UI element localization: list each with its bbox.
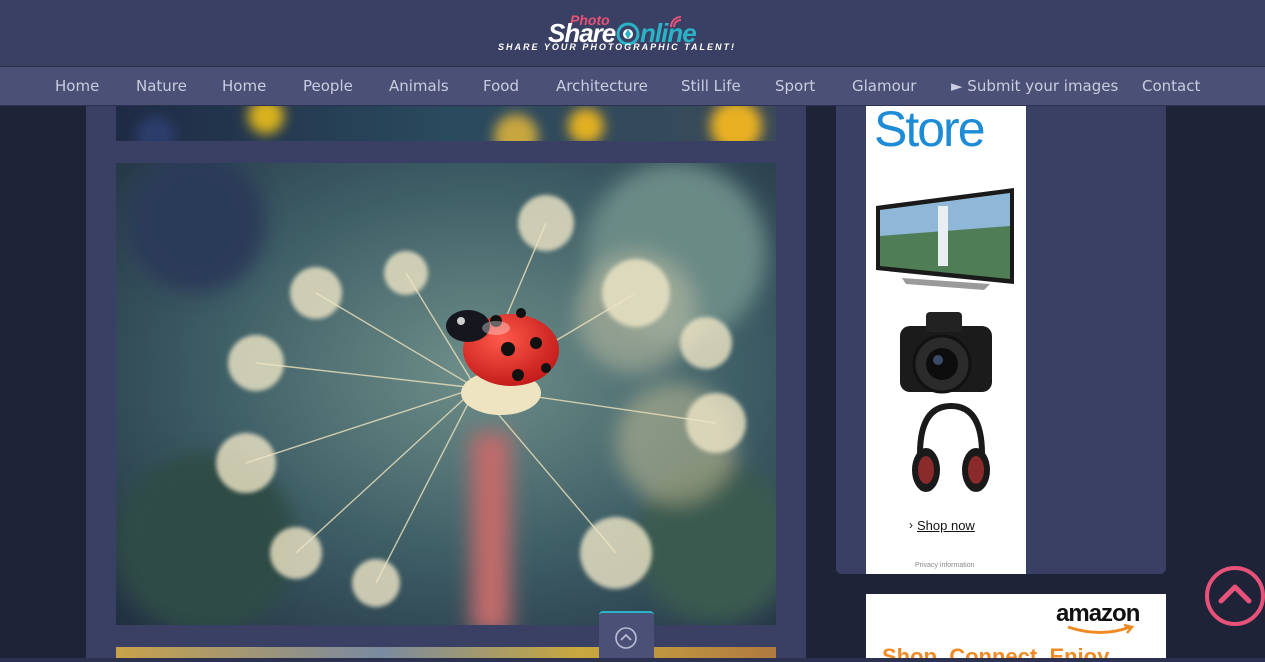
amazon-ad[interactable]: amazon Shop. Connect. Enjoy. [866, 594, 1166, 662]
nav-item-food[interactable]: Food [483, 67, 519, 105]
nav-item-submit[interactable]: ► Submit your images [951, 67, 1118, 105]
chevron-up-circle-icon [615, 627, 637, 649]
store-ad[interactable]: Store › Shop now Privacy information [866, 106, 1026, 574]
ad-shop-now-link[interactable]: Shop now [917, 518, 975, 533]
nav-item-architecture[interactable]: Architecture [556, 67, 648, 105]
camera-icon [900, 312, 992, 394]
nav-item-glamour[interactable]: Glamour [852, 67, 916, 105]
ad-privacy-link[interactable]: Privacy information [915, 562, 975, 569]
main-nav: Home Nature Home People Animals Food Arc… [0, 66, 1265, 106]
logo-tagline: SHARE YOUR PHOTOGRAPHIC TALENT! [498, 42, 737, 52]
nav-item-contact[interactable]: Contact [1142, 67, 1200, 105]
scroll-to-top-button[interactable] [1204, 565, 1265, 627]
nav-item-nature[interactable]: Nature [136, 67, 187, 105]
nav-item-still-life[interactable]: Still Life [681, 67, 741, 105]
headphones-icon [912, 402, 990, 492]
tv-icon [876, 188, 1014, 290]
amazon-smile-icon [1067, 624, 1135, 634]
nav-item-people[interactable]: People [303, 67, 353, 105]
ad-store-title: Store [874, 106, 986, 157]
gallery-image-ladybug[interactable] [116, 163, 776, 625]
footer-strip [0, 658, 1265, 662]
site-logo[interactable]: Photo Share nline SHARE YOUR PHOTOGRAPHI… [498, 10, 758, 60]
gallery-image-previous[interactable] [116, 106, 776, 141]
chevron-up-icon [1205, 566, 1265, 626]
nav-item-animals[interactable]: Animals [389, 67, 449, 105]
chevron-right-icon: › [909, 518, 913, 532]
nav-item-home-2[interactable]: Home [222, 67, 266, 105]
carousel-up-button[interactable] [599, 611, 654, 662]
site-header: Photo Share nline SHARE YOUR PHOTOGRAPHI… [0, 0, 1265, 66]
nav-item-home[interactable]: Home [55, 67, 99, 105]
nav-item-sport[interactable]: Sport [775, 67, 815, 105]
